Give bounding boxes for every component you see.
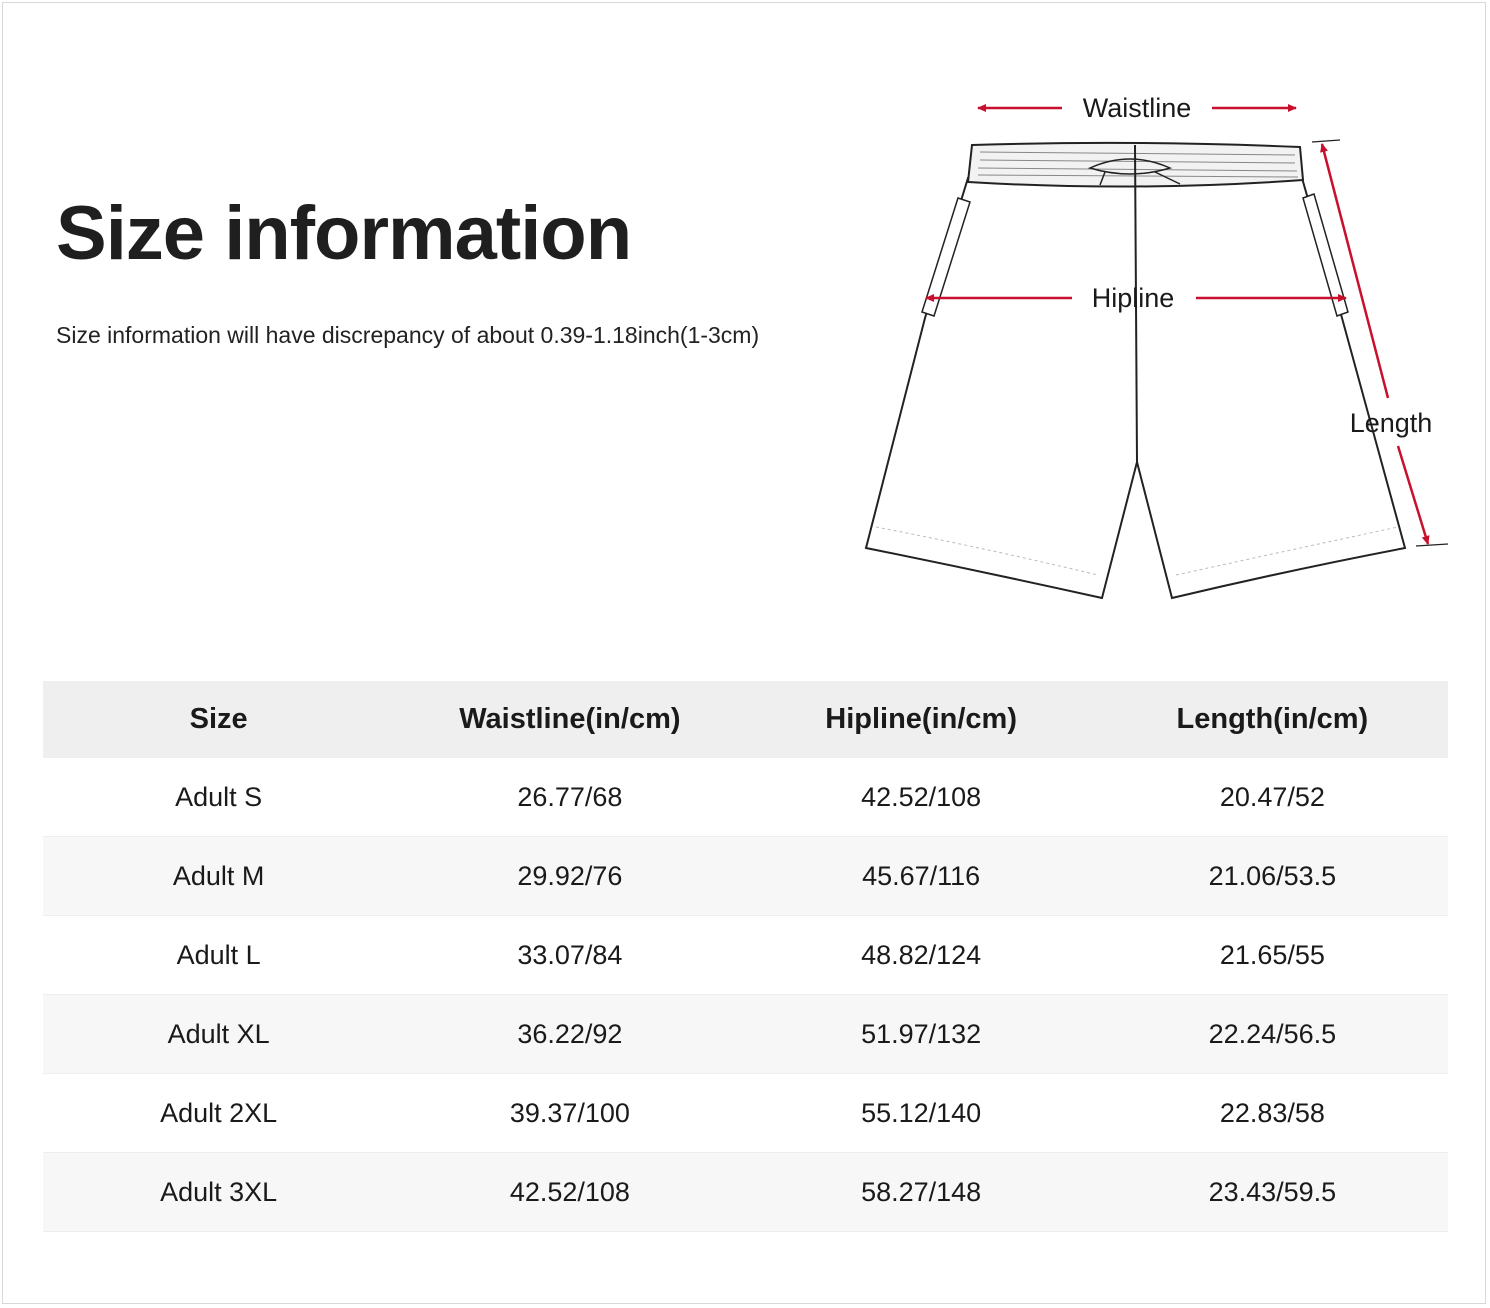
waistline-cell: 33.07/84 xyxy=(517,939,623,970)
length-cell: 22.83/58 xyxy=(1219,1097,1325,1128)
size-chart-table: Size Waistline(in/cm) Hipline(in/cm) Len… xyxy=(43,681,1448,1232)
length-cell: 21.06/53.5 xyxy=(1096,836,1448,916)
hipline-cell: 48.82/124 xyxy=(861,939,982,970)
waistline-cell: 39.37/100 xyxy=(509,1097,630,1128)
hipline-cell: 58.27/148 xyxy=(745,1152,1097,1232)
shorts-outline xyxy=(864,141,1407,600)
table-row: Adult L 33.07/84 48.82/124 21.65/55 xyxy=(43,916,1448,995)
table-row: Adult M 29.92/76 45.67/116 21.06/53.5 xyxy=(43,836,1448,916)
hipline-cell: 42.52/108 xyxy=(861,781,982,812)
hipline-cell: 51.97/132 xyxy=(745,994,1097,1074)
size-cell: Adult L xyxy=(176,939,261,970)
table-header-row: Size Waistline(in/cm) Hipline(in/cm) Len… xyxy=(43,681,1448,758)
length-cell: 21.65/55 xyxy=(1219,939,1325,970)
length-cell: 20.47/52 xyxy=(1219,781,1325,812)
size-cell: Adult S xyxy=(175,781,263,812)
table-row: Adult 3XL 42.52/108 58.27/148 23.43/59.5 xyxy=(43,1152,1448,1232)
waistline-cell: 42.52/108 xyxy=(394,1152,746,1232)
size-cell: Adult 2XL xyxy=(160,1097,278,1128)
column-header-size: Size xyxy=(43,681,395,758)
column-header-length: Length(in/cm) xyxy=(1096,681,1448,758)
length-cell: 23.43/59.5 xyxy=(1096,1152,1448,1232)
table-row: Adult XL 36.22/92 51.97/132 22.24/56.5 xyxy=(43,994,1448,1074)
waistline-cell: 29.92/76 xyxy=(394,836,746,916)
size-cell: Adult M xyxy=(43,836,395,916)
table-row: Adult 2XL 39.37/100 55.12/140 22.83/58 xyxy=(43,1074,1448,1153)
column-header-hipline: Hipline(in/cm) xyxy=(745,681,1097,758)
size-cell: Adult 3XL xyxy=(43,1152,395,1232)
discrepancy-note: Size information will have discrepancy o… xyxy=(56,322,760,348)
hipline-cell: 55.12/140 xyxy=(861,1097,982,1128)
table-row: Adult S 26.77/68 42.52/108 20.47/52 xyxy=(43,758,1448,837)
waistline-label: Waistline xyxy=(1083,93,1192,123)
waistline-cell: 26.77/68 xyxy=(517,781,623,812)
hipline-label: Hipline xyxy=(1092,283,1175,313)
hipline-cell: 45.67/116 xyxy=(745,836,1097,916)
column-header-waistline: Waistline(in/cm) xyxy=(394,681,746,758)
length-cell: 22.24/56.5 xyxy=(1096,994,1448,1074)
waistline-cell: 36.22/92 xyxy=(394,994,746,1074)
shorts-measurement-diagram: Waistline Hipline Length xyxy=(850,80,1470,620)
length-label: Length xyxy=(1350,408,1433,438)
page-title: Size information xyxy=(56,191,632,276)
size-cell: Adult XL xyxy=(43,994,395,1074)
